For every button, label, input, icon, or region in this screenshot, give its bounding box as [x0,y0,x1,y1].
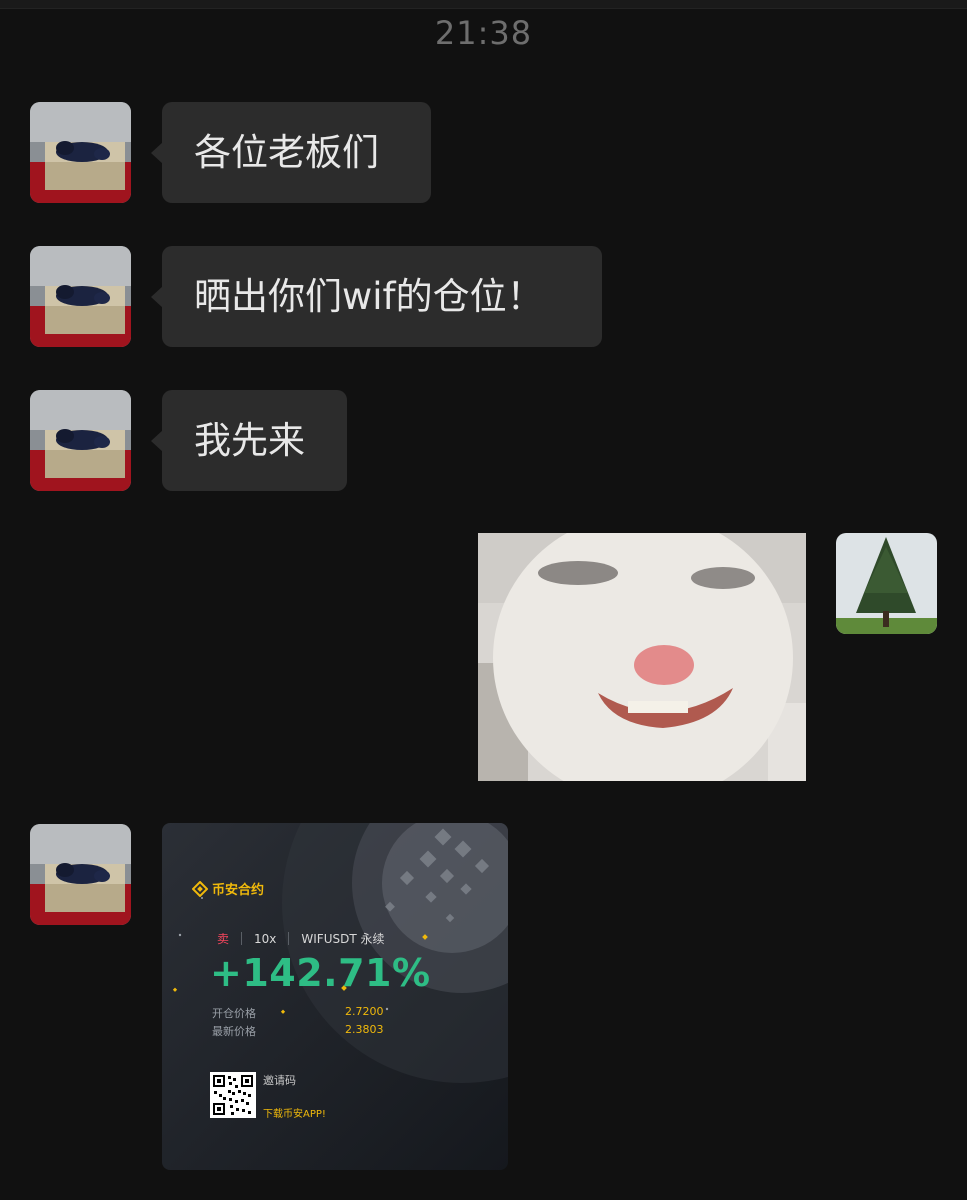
last-price-label: 最新价格 [212,1025,256,1038]
avatar-self[interactable] [836,533,937,634]
side-label: 卖 [217,932,230,946]
divider [288,932,290,945]
avatar-other[interactable] [30,824,131,925]
binance-futures-pnl-card[interactable]: 币安合约 卖 10x WIFUSDT 永续 +142.71% 开仓价格 2.72… [162,823,508,1170]
binance-diamond-icon [192,880,208,897]
leverage-label: 10x [254,931,277,946]
position-info-row: 卖 10x WIFUSDT 永续 [217,930,384,947]
smiling-cat-sticker[interactable] [478,533,806,781]
avatar-other[interactable] [30,102,131,203]
last-price-value: 2.3803 [345,1023,384,1036]
message-bubble[interactable]: 我先来 [151,390,347,491]
brand-name: 币安合约 [212,883,265,898]
entry-price-value: 2.7200 [345,1005,384,1018]
top-bar-edge [0,0,967,9]
divider [241,932,243,945]
invite-code-label: 邀请码 [263,1074,296,1087]
download-app-label: 下载币安APP! [263,1109,326,1120]
binance-logo: 币安合约 [192,879,264,898]
pnl-percent: +142.71% [210,951,431,995]
avatar-other[interactable] [30,246,131,347]
qr-code [210,1072,256,1118]
entry-price-label: 开仓价格 [212,1007,256,1020]
message-bubble[interactable]: 晒出你们wif的仓位！ [151,246,602,347]
message-bubble[interactable]: 各位老板们 [151,102,431,203]
avatar-other[interactable] [30,390,131,491]
timestamp: 21:38 [434,14,533,52]
symbol-label: WIFUSDT 永续 [301,932,385,946]
